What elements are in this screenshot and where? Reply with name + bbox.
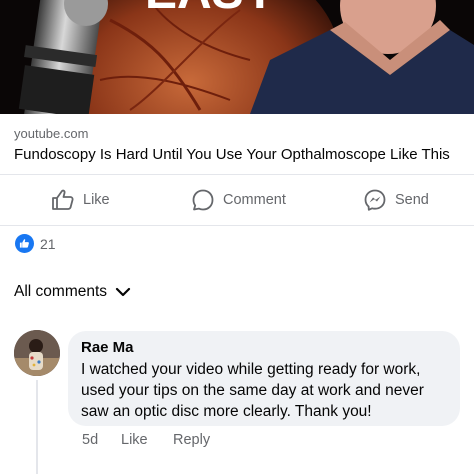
comment-sort-label: All comments [14,283,108,300]
svg-text:EASY: EASY [145,0,276,19]
link-domain: youtube.com [14,126,89,141]
comment-bubble[interactable]: Rae Ma I watched your video while gettin… [68,331,460,426]
like-button[interactable]: Like [51,187,110,213]
comment-reply-button[interactable]: Reply [173,432,210,448]
comment-timestamp[interactable]: 5d [82,432,98,448]
comment-bubble-icon [192,189,214,211]
comment-thread-line [36,380,38,474]
link-preview[interactable]: youtube.com Fundoscopy Is Hard Until You… [0,114,474,175]
like-label: Like [83,192,110,208]
reactions-summary[interactable]: 21 [15,234,56,253]
video-thumbnail[interactable]: EASY [0,0,474,114]
comment-button[interactable]: Comment [191,187,286,213]
chevron-down-icon [115,287,131,297]
avatar[interactable] [14,330,60,376]
messenger-icon [364,189,386,211]
send-button[interactable]: Send [363,187,429,213]
comment-label: Comment [223,192,286,208]
send-label: Send [395,192,429,208]
link-title[interactable]: Fundoscopy Is Hard Until You Use Your Op… [14,146,450,163]
like-reaction-icon [15,234,34,253]
post-action-bar: Like Comment Send [0,175,474,226]
reaction-count: 21 [40,235,56,252]
comment-text: I watched your video while getting ready… [81,361,424,420]
thumbs-up-icon [52,189,74,210]
comment-like-button[interactable]: Like [121,432,148,448]
comment-sort-dropdown[interactable]: All comments [14,283,131,301]
comment-author[interactable]: Rae Ma [81,339,134,356]
